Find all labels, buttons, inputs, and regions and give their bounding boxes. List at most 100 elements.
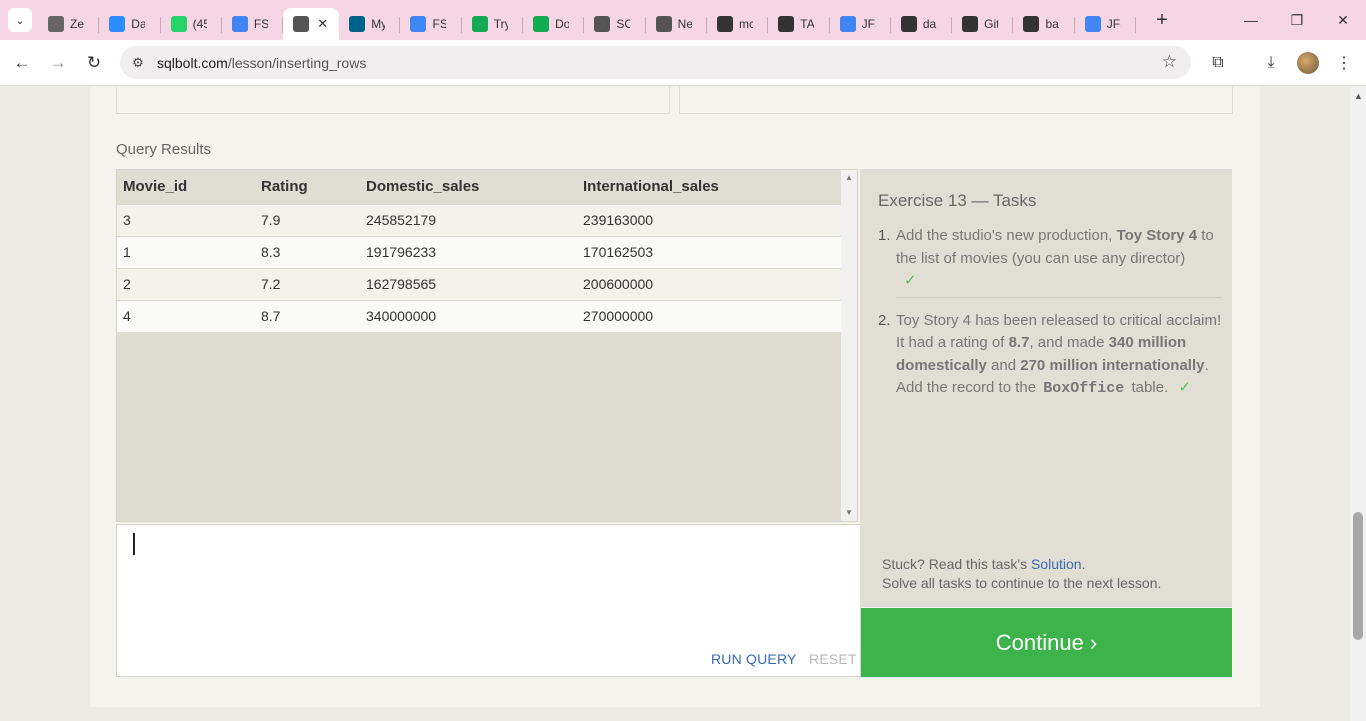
query-results-pane: Movie_id Rating Domestic_sales Internationa… <box>116 169 858 522</box>
database-icon <box>594 15 611 32</box>
tab-title: JFS <box>1106 16 1121 31</box>
docs-icon <box>410 15 427 32</box>
tab-separator <box>1135 16 1137 33</box>
lesson-content: Query Results Movie_id Rating Domestic_sal… <box>90 87 1260 707</box>
table-row: 2 7.2 162798565 200600000 <box>117 267 843 300</box>
forward-icon[interactable]: → <box>46 51 70 75</box>
tab-title: FSI <box>253 16 268 31</box>
task-number: 2. <box>878 311 891 329</box>
continue-button[interactable]: Continue › <box>861 608 1232 677</box>
browser-tab[interactable]: mc <box>707 8 769 40</box>
stuck-help-text: Stuck? Read this task's Solution. Solve … <box>882 556 1162 591</box>
table-cell: 270000000 <box>577 299 843 332</box>
scrollbar-thumb[interactable] <box>1353 512 1363 640</box>
minimize-button[interactable]: — <box>1228 0 1274 40</box>
results-table: Movie_id Rating Domestic_sales Internationa… <box>117 170 843 332</box>
browser-tab[interactable]: ✕ <box>283 8 340 40</box>
browser-toolbar: ← → ↻ ⚙ sqlbolt.com/lesson/inserting_row… <box>0 40 1366 86</box>
github-icon <box>716 15 733 32</box>
tab-title: da <box>922 16 937 31</box>
task-text: Toy Story 4 has been released to critica… <box>896 311 1222 398</box>
table-cell: 162798565 <box>360 267 577 300</box>
extensions-icon[interactable]: ⧉ <box>1206 51 1230 75</box>
tab-title: Do <box>555 16 570 31</box>
query-results-label: Query Results <box>116 141 212 158</box>
close-tab-icon[interactable]: ✕ <box>317 16 328 32</box>
run-query-button[interactable]: RUN QUERY <box>711 651 797 667</box>
solution-link[interactable]: Solution <box>1031 556 1082 572</box>
reset-button[interactable]: RESET <box>809 651 857 667</box>
tab-title: Da <box>131 16 146 31</box>
table-row: 1 8.3 191796233 170162503 <box>117 235 843 268</box>
tab-title: Zei <box>70 16 84 31</box>
back-icon[interactable]: ← <box>10 51 34 75</box>
browser-tab[interactable]: Try <box>462 8 524 40</box>
whatsapp-icon <box>170 15 187 32</box>
column-header: Movie_id <box>117 170 255 204</box>
table-cell: 4 <box>117 299 255 332</box>
browser-tab[interactable]: Ne <box>646 8 707 40</box>
browser-tab[interactable]: JFS <box>830 8 891 40</box>
reload-icon[interactable]: ↻ <box>82 51 106 75</box>
github-icon <box>900 15 917 32</box>
browser-tab[interactable]: (45 <box>161 8 222 40</box>
url-text[interactable]: sqlbolt.com/lesson/inserting_rows <box>157 55 366 71</box>
table-row: 3 7.9 245852179 239163000 <box>117 203 843 236</box>
sql-editor[interactable]: RUN QUERY RESET <box>116 524 861 677</box>
task-item-2: 2. Toy Story 4 has been released to crit… <box>878 310 1222 401</box>
docs-icon <box>1084 15 1101 32</box>
new-tab-button[interactable]: + <box>1152 10 1172 30</box>
browser-tab[interactable]: da <box>891 8 953 40</box>
results-scrollbar[interactable]: ▲ ▼ <box>841 170 857 521</box>
close-window-button[interactable]: ✕ <box>1320 0 1366 40</box>
results-header-row: Movie_id Rating Domestic_sales Internationa… <box>117 170 843 204</box>
table-cell: 245852179 <box>360 203 577 236</box>
browser-tab[interactable]: FSI <box>222 8 284 40</box>
github-icon <box>962 15 979 32</box>
restore-button[interactable]: ❐ <box>1274 0 1320 40</box>
docs-icon <box>231 15 248 32</box>
mongodb-icon <box>533 15 550 32</box>
task-list: 1. Add the studio's new production, Toy … <box>878 225 1222 401</box>
browser-tab[interactable]: SC <box>584 8 646 40</box>
mongodb-icon <box>471 15 488 32</box>
browser-tab[interactable]: Do <box>523 8 585 40</box>
checkmark-icon: ✓ <box>1178 379 1191 396</box>
bookmark-star-icon[interactable]: ☆ <box>1162 52 1177 72</box>
browser-tab[interactable]: Da <box>99 8 161 40</box>
browser-tab[interactable]: Git <box>952 8 1014 40</box>
column-header: Rating <box>255 170 360 204</box>
docs-icon <box>839 15 856 32</box>
table-cell: 191796233 <box>360 235 577 268</box>
site-settings-icon[interactable]: ⚙ <box>128 53 148 73</box>
address-bar[interactable]: ⚙ sqlbolt.com/lesson/inserting_rows ☆ <box>120 46 1191 79</box>
tab-title: My <box>371 16 386 31</box>
tab-title: ba <box>1045 16 1059 31</box>
profile-avatar[interactable] <box>1297 52 1319 74</box>
tab-search-button[interactable]: ⌄ <box>8 8 32 32</box>
browser-tab[interactable]: JFS <box>1075 8 1137 40</box>
browser-tab[interactable]: ba <box>1013 8 1075 40</box>
download-icon[interactable]: ⤓ <box>1259 51 1283 75</box>
browser-tab[interactable]: My <box>339 8 401 40</box>
table-cell: 7.9 <box>255 203 360 236</box>
github-icon <box>1023 15 1040 32</box>
task-text: Add the studio's new production, Toy Sto… <box>896 227 1214 289</box>
browser-tab[interactable]: Zei <box>38 8 100 40</box>
task-item-1: 1. Add the studio's new production, Toy … <box>878 225 1222 293</box>
page-scrollbar[interactable]: ▲ <box>1350 87 1366 721</box>
browser-tab[interactable]: TA <box>768 8 830 40</box>
scroll-down-arrow-icon[interactable]: ▼ <box>845 508 853 517</box>
tab-list: Zei Da (45 FSI ✕ My FSI Try Do SC Ne mc TA JFS da Git ba… <box>38 0 1137 40</box>
previous-panel-right <box>679 87 1233 114</box>
scroll-up-arrow-icon[interactable]: ▲ <box>1354 91 1363 101</box>
menu-kebab-icon[interactable]: ⋮ <box>1332 51 1356 75</box>
text-cursor <box>133 533 135 555</box>
table-row: 4 8.7 340000000 270000000 <box>117 299 843 332</box>
table-cell: 239163000 <box>577 203 843 236</box>
task-divider <box>896 296 1222 298</box>
browser-tab[interactable]: FSI <box>400 8 462 40</box>
tab-title: mc <box>738 16 753 31</box>
table-cell: 1 <box>117 235 255 268</box>
scroll-up-arrow-icon[interactable]: ▲ <box>845 173 853 182</box>
